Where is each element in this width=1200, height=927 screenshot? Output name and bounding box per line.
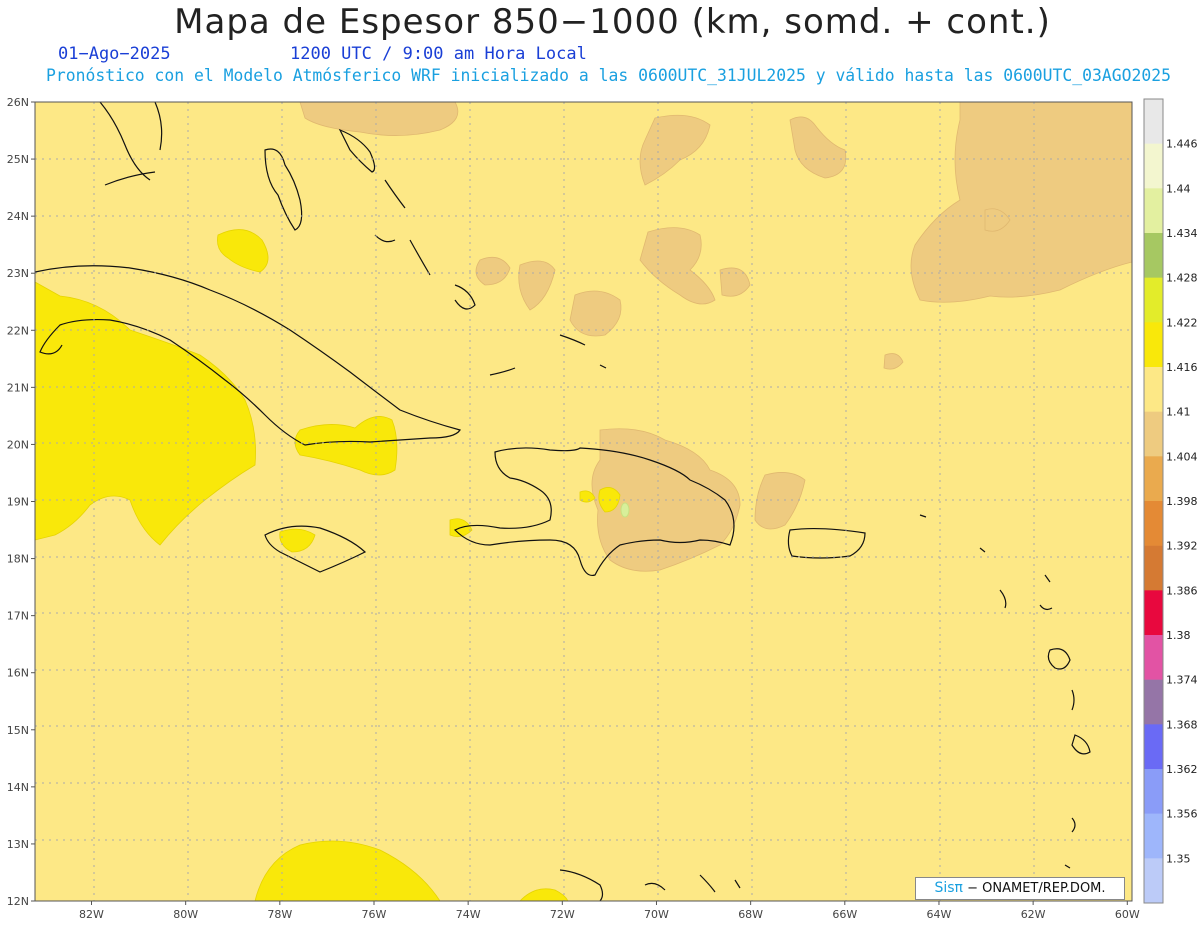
legend-label: 1.356 [1166,808,1198,821]
legend-label: 1.38 [1166,629,1191,642]
legend-label: 1.404 [1166,450,1198,463]
lat-label: 18N [7,553,29,566]
legend-swatch [1144,545,1163,591]
legend-label: 1.392 [1166,540,1198,553]
legend-swatch [1144,233,1163,278]
lat-label: 16N [7,667,29,680]
legend-label: 1.446 [1166,138,1198,151]
lat-label: 20N [7,438,29,451]
legend-label: 1.422 [1166,316,1198,329]
legend-swatch [1144,143,1163,189]
lon-label: 60W [1115,908,1140,921]
legend-swatch [1144,322,1163,368]
legend-label: 1.434 [1166,227,1198,240]
color-legend: 1.446 1.44 1.434 1.428 1.422 1.416 1.41 1.404 1.… [1143,98,1198,904]
legend-label: 1.41 [1166,406,1191,419]
longitude-axis: 82W 80W 78W 76W 74W 72W 70W 68W 66W 64W 62W 60W [79,901,1140,921]
legend-label: 1.386 [1166,584,1198,597]
legend-label: 1.416 [1166,361,1198,374]
legend-swatch [1144,456,1163,502]
lon-label: 72W [550,908,575,921]
lon-label: 78W [267,908,292,921]
legend-label: 1.368 [1166,718,1198,731]
legend-swatch [1144,411,1163,457]
lon-label: 82W [79,908,104,921]
legend-swatch [1144,724,1163,770]
lat-label: 22N [7,324,29,337]
lat-label: 19N [7,496,29,509]
legend-swatch [1144,590,1163,636]
lat-label: 26N [7,96,29,109]
lon-label: 76W [362,908,387,921]
lat-label: 12N [7,895,29,908]
lon-label: 70W [644,908,669,921]
lat-label: 13N [7,838,29,851]
lon-label: 68W [738,908,763,921]
lat-label: 24N [7,210,29,223]
credit-text: − ONAMET/REP.DOM. [967,881,1106,896]
lat-label: 21N [7,381,29,394]
lon-label: 62W [1021,908,1046,921]
legend-swatch [1144,367,1163,412]
legend-label: 1.35 [1166,852,1191,865]
legend-swatch [1144,813,1163,859]
thickness-map: 26N 25N 24N 23N 22N 21N 20N 19N 18N 17N 16N 15N 14N 1… [7,96,1198,921]
lat-label: 17N [7,610,29,623]
lat-label: 25N [7,153,29,166]
legend-swatch [1144,635,1163,680]
legend-label: 1.362 [1166,763,1198,776]
lon-label: 64W [927,908,952,921]
legend-swatch [1144,99,1163,144]
legend-label: 1.428 [1166,272,1198,285]
lon-label: 74W [456,908,481,921]
legend-swatch [1144,188,1163,234]
latitude-axis: 26N 25N 24N 23N 22N 21N 20N 19N 18N 17N 16N 15N 14N 1… [7,96,35,908]
lon-label: 80W [173,908,198,921]
green-contour [620,502,630,518]
legend-label: 1.398 [1166,495,1198,508]
lat-label: 15N [7,724,29,737]
credit-box: Sisπ − ONAMET/REP.DOM. [915,877,1125,900]
credit-brand: Sisπ [934,880,963,896]
legend-label: 1.374 [1166,674,1198,687]
legend-swatch [1144,501,1163,546]
legend-swatch [1144,769,1163,814]
lat-label: 23N [7,267,29,280]
legend-label: 1.44 [1166,182,1191,195]
legend-swatch [1144,277,1163,323]
legend-swatch [1144,679,1163,725]
lat-label: 14N [7,781,29,794]
lon-label: 66W [832,908,857,921]
legend-swatch [1144,858,1163,904]
